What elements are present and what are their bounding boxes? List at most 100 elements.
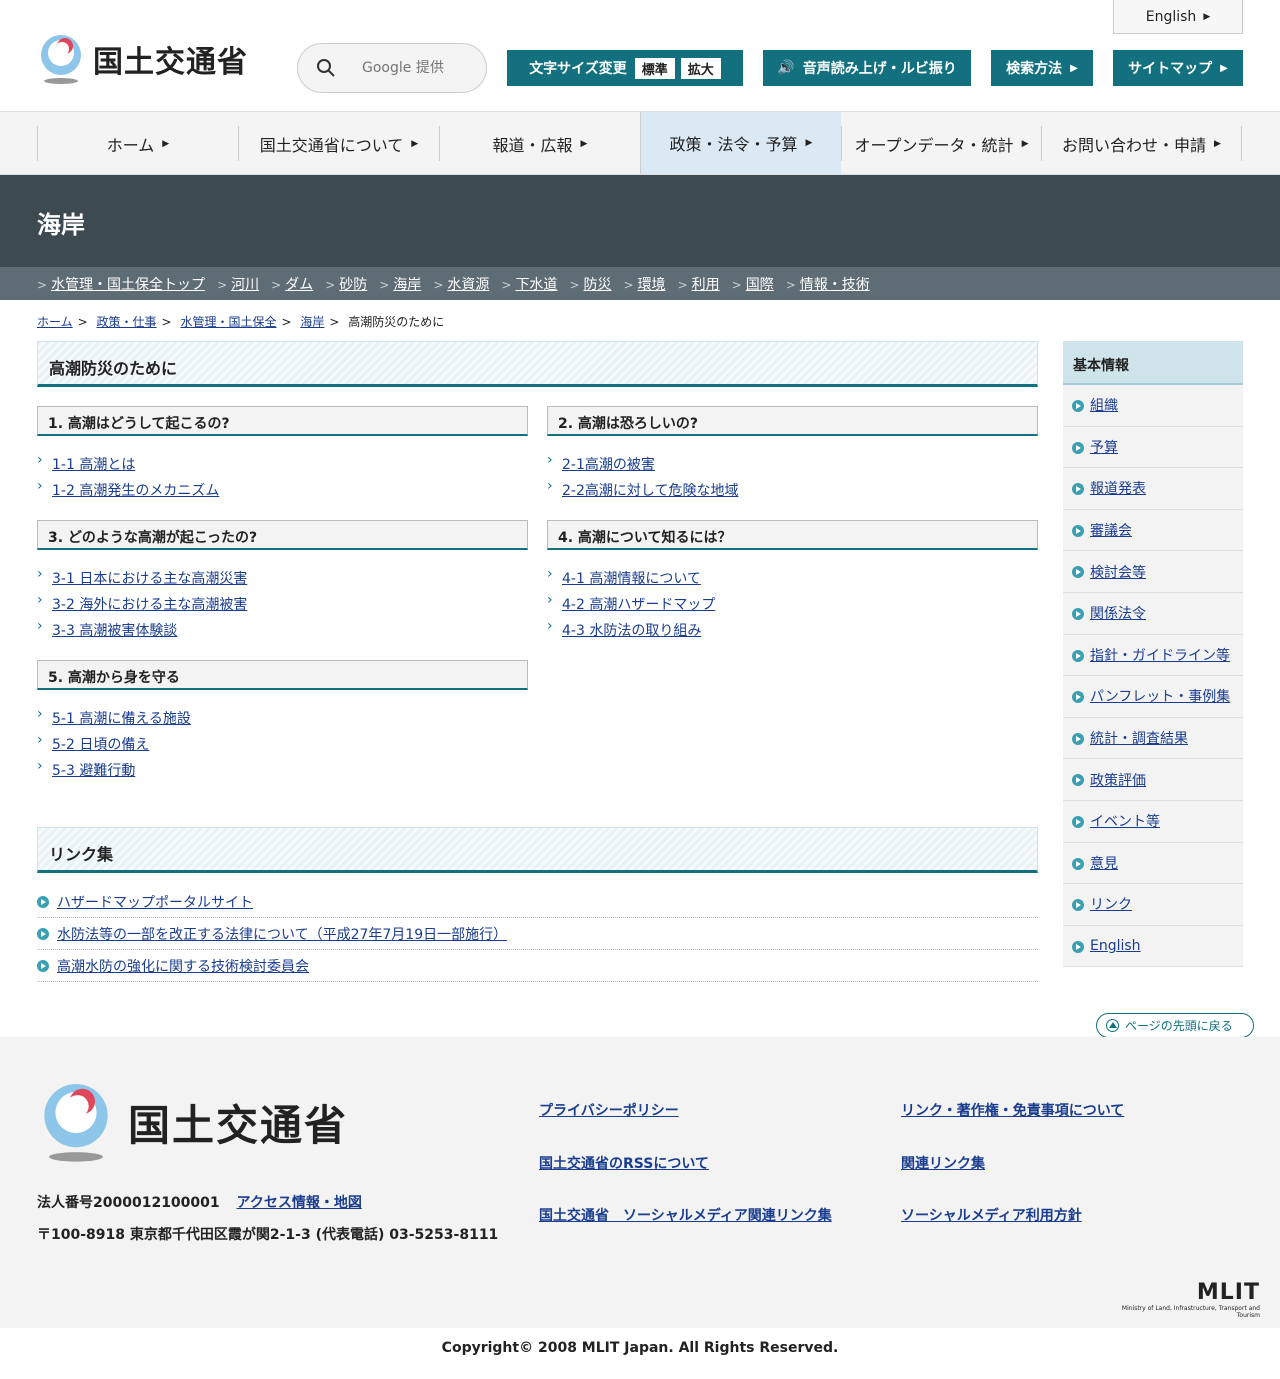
topic-link[interactable]: 1-1 高潮とは xyxy=(52,457,135,473)
footer-logo[interactable]: 国土交通省 xyxy=(38,1079,348,1165)
search-input[interactable] xyxy=(362,60,472,76)
search-box[interactable] xyxy=(297,43,487,93)
sidebar-link[interactable]: 指針・ガイドライン等 xyxy=(1090,645,1230,665)
subnav-item[interactable]: > 国際 xyxy=(732,274,774,294)
breadcrumb-link[interactable]: ホーム xyxy=(37,315,73,329)
gnav-home[interactable]: ホーム ▶ xyxy=(37,126,238,161)
chevron-right-icon: > xyxy=(677,277,688,292)
topic-link[interactable]: 5-3 避難行動 xyxy=(52,763,135,779)
access-link[interactable]: アクセス情報・地図 xyxy=(237,1195,362,1211)
font-size-normal-button[interactable]: 標準 xyxy=(634,57,675,79)
chevron-right-icon: > xyxy=(731,277,742,292)
font-size-large-button[interactable]: 拡大 xyxy=(680,57,721,79)
gnav-opendata[interactable]: オープンデータ・統計 ▶ xyxy=(841,126,1041,161)
topic-link[interactable]: 4-1 高潮情報について xyxy=(562,571,701,587)
back-to-top-button[interactable]: ページの先頭に戻る xyxy=(1096,1013,1254,1038)
site-logo[interactable]: 国土交通省 xyxy=(37,33,248,85)
sitemap-button[interactable]: サイトマップ ▶ xyxy=(1113,50,1243,86)
gnav-press[interactable]: 報道・広報 ▶ xyxy=(439,126,640,161)
sidebar-link[interactable]: 関係法令 xyxy=(1090,603,1146,623)
social-media-links-link[interactable]: 国土交通省 ソーシャルメディア関連リンク集 xyxy=(539,1205,832,1225)
subnav-item[interactable]: > 水管理・国土保全トップ xyxy=(37,274,205,294)
rss-link[interactable]: 国土交通省のRSSについて xyxy=(539,1153,709,1173)
sidebar-link[interactable]: パンフレット・事例集 xyxy=(1090,686,1230,706)
subnav-item[interactable]: > 砂防 xyxy=(325,274,367,294)
subnav-link[interactable]: 河川 xyxy=(231,277,259,293)
subnav-link[interactable]: 情報・技術 xyxy=(800,277,870,293)
copyright-disclaimer-link[interactable]: リンク・著作権・免責事項について xyxy=(901,1100,1124,1120)
subnav-item[interactable]: > 海岸 xyxy=(379,274,421,294)
sidebar-link[interactable]: 政策評価 xyxy=(1090,770,1146,790)
subnav-link[interactable]: 水管理・国土保全トップ xyxy=(51,277,205,293)
topic-link[interactable]: 5-2 日頃の備え xyxy=(52,737,149,753)
voice-button[interactable]: 🔊 音声読み上げ・ルビ振り xyxy=(763,50,971,86)
sidebar-link[interactable]: 統計・調査結果 xyxy=(1090,728,1188,748)
breadcrumb-link[interactable]: 海岸 xyxy=(300,315,324,329)
sidebar-link[interactable]: English xyxy=(1090,938,1141,954)
subnav-item[interactable]: > 情報・技術 xyxy=(786,274,870,294)
topic-link[interactable]: 3-3 高潮被害体験談 xyxy=(52,623,177,639)
site-footer: 国土交通省 法人番号2000012100001 アクセス情報・地図 〒100-8… xyxy=(0,1037,1280,1328)
related-link[interactable]: ハザードマップポータルサイト xyxy=(57,892,253,912)
subnav-link[interactable]: 利用 xyxy=(692,277,720,293)
privacy-policy-link[interactable]: プライバシーポリシー xyxy=(539,1100,679,1120)
subnav-item[interactable]: > 水資源 xyxy=(433,274,489,294)
topic-link[interactable]: 2-2高潮に対して危険な地域 xyxy=(562,483,738,499)
subnav-link[interactable]: 環境 xyxy=(638,277,666,293)
arrow-bullet-icon xyxy=(1072,483,1084,496)
related-link[interactable]: 水防法等の一部を改正する法律について（平成27年7月19日一部施行） xyxy=(57,924,507,944)
topic-link[interactable]: 3-2 海外における主な高潮被害 xyxy=(52,597,247,613)
topic-link[interactable]: 4-3 水防法の取り組み xyxy=(562,623,701,639)
mlit-emblem-icon xyxy=(44,1084,108,1162)
subnav-item[interactable]: > ダム xyxy=(271,274,313,294)
topic-link[interactable]: 3-1 日本における主な高潮災害 xyxy=(52,571,247,587)
topic-link[interactable]: 2-1高潮の被害 xyxy=(562,457,655,473)
search-icon[interactable] xyxy=(316,58,336,78)
topic-heading: 4. 高潮について知るには？ xyxy=(547,520,1038,550)
subnav-link[interactable]: ダム xyxy=(285,277,313,293)
sidebar-link[interactable]: 組織 xyxy=(1090,395,1118,415)
topic-section-2: 2. 高潮は恐ろしいの? 2-1高潮の被害 2-2高潮に対して危険な地域 xyxy=(547,406,1038,506)
font-size-control: 文字サイズ変更 標準 拡大 xyxy=(507,50,743,86)
related-links-link[interactable]: 関連リンク集 xyxy=(901,1153,985,1173)
arrow-bullet-icon xyxy=(1072,774,1084,787)
topic-link[interactable]: 5-1 高潮に備える施設 xyxy=(52,711,191,727)
gnav-label: オープンデータ・統計 xyxy=(854,135,1014,155)
subnav-item[interactable]: > 利用 xyxy=(678,274,720,294)
sidebar-link[interactable]: リンク xyxy=(1090,894,1132,914)
search-method-button[interactable]: 検索方法 ▶ xyxy=(991,50,1093,86)
subnav-link[interactable]: 海岸 xyxy=(393,277,421,293)
topic-link[interactable]: 4-2 高潮ハザードマップ xyxy=(562,597,715,613)
subnav-link[interactable]: 水資源 xyxy=(447,277,489,293)
topic-link[interactable]: 1-2 高潮発生のメカニズム xyxy=(52,483,219,499)
social-media-policy-link[interactable]: ソーシャルメディア利用方針 xyxy=(901,1205,1082,1225)
breadcrumb-link[interactable]: 水管理・国土保全 xyxy=(180,315,276,329)
subnav-item[interactable]: > 下水道 xyxy=(501,274,557,294)
english-link[interactable]: English ▶ xyxy=(1113,0,1243,34)
sidebar-link[interactable]: 意見 xyxy=(1090,853,1118,873)
subnav-link[interactable]: 防災 xyxy=(584,277,612,293)
arrow-bullet-icon xyxy=(1072,607,1084,620)
arrow-bullet-icon xyxy=(37,960,49,972)
list-item: 3-3 高潮被害体験談 xyxy=(37,618,528,646)
gnav-about[interactable]: 国土交通省について ▶ xyxy=(238,126,439,161)
subnav-link[interactable]: 下水道 xyxy=(515,277,557,293)
subnav-item[interactable]: > 防災 xyxy=(569,274,611,294)
breadcrumb-link[interactable]: 政策・仕事 xyxy=(97,315,157,329)
sidebar-link[interactable]: 報道発表 xyxy=(1090,478,1146,498)
subnav-item[interactable]: > 環境 xyxy=(624,274,666,294)
sidebar-link[interactable]: 検討会等 xyxy=(1090,562,1146,582)
arrow-bullet-icon xyxy=(1072,691,1084,704)
gnav-policy[interactable]: 政策・法令・予算 ▶ xyxy=(640,112,841,174)
sidebar-item: リンク xyxy=(1063,884,1243,926)
gnav-contact[interactable]: お問い合わせ・申請 ▶ xyxy=(1041,126,1241,161)
links-heading: リンク集 xyxy=(37,827,1038,873)
arrow-up-icon xyxy=(1106,1019,1119,1032)
subnav-link[interactable]: 砂防 xyxy=(339,277,367,293)
subnav-item[interactable]: > 河川 xyxy=(217,274,259,294)
related-link[interactable]: 高潮水防の強化に関する技術検討委員会 xyxy=(57,956,309,976)
sidebar-link[interactable]: 審議会 xyxy=(1090,520,1132,540)
sidebar-link[interactable]: 予算 xyxy=(1090,437,1118,457)
subnav-link[interactable]: 国際 xyxy=(746,277,774,293)
sidebar-link[interactable]: イベント等 xyxy=(1090,811,1160,831)
